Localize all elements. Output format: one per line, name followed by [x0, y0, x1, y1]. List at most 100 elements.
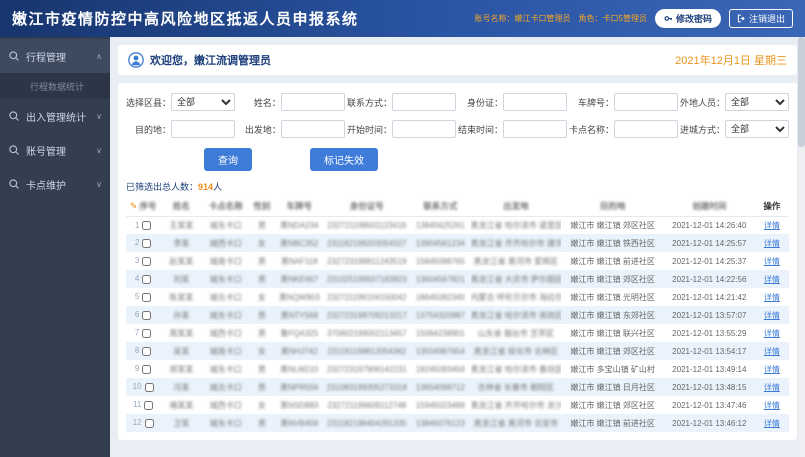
detail-link[interactable]: 详情: [764, 221, 780, 230]
filter-field-destination: 目的地：: [126, 120, 236, 138]
row-number: 7: [134, 328, 140, 338]
phone-cell: 13504987654: [415, 346, 465, 356]
filter-label-id-card: 身份证：: [466, 97, 503, 108]
entry-mode-select[interactable]: 全部: [725, 120, 789, 138]
contact-input[interactable]: [391, 93, 456, 111]
plate-input[interactable]: [613, 93, 678, 111]
query-button[interactable]: 查询: [204, 148, 252, 171]
sidebar-item-access-stats[interactable]: 出入管理统计 ∨: [0, 99, 110, 133]
id-number-cell: 231083199305273318: [326, 382, 407, 392]
checkpoint-cell: 城南卡口: [209, 346, 242, 356]
row-number: 9: [134, 364, 140, 374]
row-checkbox[interactable]: [142, 328, 152, 338]
row-checkbox[interactable]: [142, 220, 152, 230]
vertical-scrollbar[interactable]: [798, 37, 805, 457]
table-row: 5 陈某某 城北卡口 女 黑NQW903 232721199104150042 186450…: [126, 288, 789, 306]
detail-link[interactable]: 详情: [764, 275, 780, 284]
row-checkbox[interactable]: [142, 274, 152, 284]
gender-cell: 男: [258, 274, 266, 284]
gender-cell: 男: [258, 328, 266, 338]
filter-label-name: 姓名：: [253, 97, 281, 108]
main-content: 欢迎您，嫩江流调管理员 2021年12月1日 星期三 选择区县： 全部 姓名： 联系方…: [110, 37, 805, 457]
outsider-select[interactable]: 全部: [725, 93, 789, 111]
id-card-input[interactable]: [502, 93, 567, 111]
filter-field-contact: 联系方式：: [347, 93, 456, 111]
detail-link[interactable]: 详情: [764, 329, 780, 338]
id-number-cell: 370602199002113457: [327, 328, 407, 338]
magnifier-icon: [9, 111, 19, 121]
created-time-cell: 2021-12-01 13:48:15: [672, 382, 747, 392]
destination-cell: 嫩江市 嫩江镇 郊区社区: [570, 346, 655, 356]
plate-cell: 黑NQW903: [278, 292, 320, 302]
checkpoint-cell: 城西卡口: [209, 328, 242, 338]
detail-link[interactable]: 详情: [764, 383, 780, 392]
row-checkbox[interactable]: [142, 292, 152, 302]
sidebar-item-trip-management[interactable]: 行程管理 ∧: [0, 39, 110, 73]
destination-cell: 嫩江市 嫩江镇 郊区社区: [570, 274, 655, 284]
checkpoint-input[interactable]: [613, 120, 678, 138]
detail-link[interactable]: 详情: [764, 239, 780, 248]
checkpoint-cell: 城西卡口: [209, 400, 242, 410]
detail-link[interactable]: 详情: [764, 401, 780, 410]
phone-cell: 15064238901: [415, 328, 465, 338]
row-number: 4: [134, 274, 140, 284]
detail-link[interactable]: 详情: [764, 419, 780, 428]
chevron-down-icon: ∨: [96, 145, 102, 155]
user-icon: [128, 52, 144, 68]
row-checkbox[interactable]: [142, 346, 152, 356]
filter-field-entry-mode: 进城方式： 全部: [680, 120, 789, 138]
phone-cell: 13904561234: [415, 238, 465, 248]
scrollbar-thumb[interactable]: [798, 37, 805, 147]
id-number-cell: 232723198709213217: [326, 310, 407, 320]
gender-cell: 女: [258, 238, 266, 248]
logout-icon: [737, 14, 745, 23]
row-checkbox[interactable]: [142, 238, 152, 248]
destination-cell: 嫩江市 嫩江镇 东郊社区: [570, 310, 655, 320]
sidebar-item-checkpoint-maintenance[interactable]: 卡点维护 ∨: [0, 167, 110, 201]
gender-cell: 男: [258, 364, 266, 374]
detail-link[interactable]: 详情: [764, 311, 780, 320]
table-row: 12 卫某 城东卡口 男 黑NVB409 231182198404291335 138450…: [126, 414, 789, 432]
sidebar-subitem-label: 行程数据统计: [30, 81, 85, 92]
filter-label-start-time: 开始时间：: [346, 124, 392, 135]
magnifier-icon: [9, 145, 19, 155]
mark-invalid-button[interactable]: 标记失效: [310, 148, 378, 171]
id-number-cell: 231182198404291335: [327, 418, 407, 428]
detail-link[interactable]: 详情: [764, 293, 780, 302]
destination-cell: 嫩江市 嫩江镇 郊区社区: [570, 220, 655, 230]
row-checkbox[interactable]: [144, 400, 154, 410]
row-checkbox[interactable]: [142, 256, 152, 266]
name-input[interactable]: [280, 93, 345, 111]
content-card: 选择区县： 全部 姓名： 联系方式： 身份证： 车牌号： 外地人员： 全部 目的地： 出发地： 开始…: [118, 83, 797, 440]
region-select[interactable]: 全部: [171, 93, 236, 111]
sidebar: 行程管理 ∧ 行程数据统计 出入管理统计 ∨ 账号管理 ∨ 卡点维护 ∨: [0, 37, 110, 457]
row-checkbox[interactable]: [142, 310, 152, 320]
start-time-input[interactable]: [391, 120, 456, 138]
name-cell: 冯某: [173, 382, 190, 392]
detail-link[interactable]: 详情: [764, 347, 780, 356]
name-cell: 王某某: [169, 220, 194, 230]
row-checkbox[interactable]: [142, 364, 152, 374]
row-checkbox[interactable]: [144, 382, 154, 392]
end-time-input[interactable]: [502, 120, 567, 138]
origin-input[interactable]: [280, 120, 345, 138]
id-number-cell: 232721199104150042: [327, 292, 407, 302]
sidebar-item-account-management[interactable]: 账号管理 ∨: [0, 133, 110, 167]
change-password-button[interactable]: 修改密码: [654, 9, 721, 28]
plate-cell: 黑NPR556: [280, 382, 319, 392]
checkpoint-cell: 城东卡口: [209, 418, 242, 428]
detail-link[interactable]: 详情: [764, 257, 780, 266]
created-time-cell: 2021-12-01 13:54:17: [672, 346, 747, 356]
logout-button[interactable]: 注销退出: [728, 9, 793, 28]
destination-cell: 嫩江市 嫩江镇 日月社区: [570, 382, 655, 392]
gender-cell: 女: [258, 346, 266, 356]
detail-link[interactable]: 详情: [764, 365, 780, 374]
row-number: 2: [134, 238, 140, 248]
origin-cell: 黑龙江省 哈尔滨市 香坊区: [470, 364, 562, 374]
destination-input[interactable]: [171, 120, 236, 138]
created-time-cell: 2021-12-01 14:25:37: [672, 256, 747, 266]
created-time-cell: 2021-12-01 13:49:14: [672, 364, 747, 374]
name-cell: 孙某: [173, 310, 190, 320]
row-checkbox[interactable]: [144, 418, 154, 428]
sidebar-subitem-trip-data-stats[interactable]: 行程数据统计: [0, 73, 110, 99]
